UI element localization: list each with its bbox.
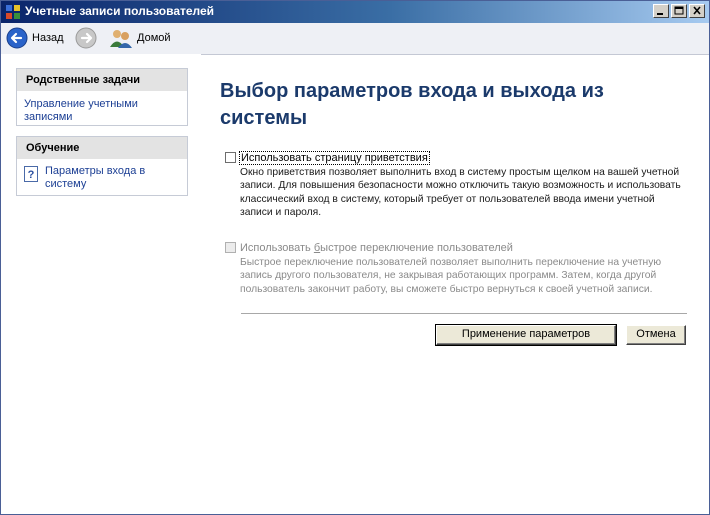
learn-about-box: Обучение ? Параметры входа в систему — [16, 136, 188, 196]
fast-user-switching-label: Использовать быстрое переключение пользо… — [240, 241, 513, 254]
title-bar[interactable]: Учетные записи пользователей — [1, 1, 709, 23]
welcome-screen-option: Использовать страницу приветствия Окно п… — [225, 150, 687, 219]
svg-text:?: ? — [28, 169, 35, 181]
fast-user-switching-checkbox — [225, 242, 236, 253]
welcome-screen-label[interactable]: Использовать страницу приветствия — [239, 150, 430, 165]
minimize-button[interactable] — [653, 4, 669, 18]
maximize-icon — [674, 6, 684, 15]
back-arrow-icon — [6, 27, 28, 49]
related-tasks-header: Родственные задачи — [17, 69, 187, 91]
back-label: Назад — [32, 32, 64, 44]
users-app-icon — [6, 5, 20, 19]
welcome-screen-description: Окно приветствия позволяет выполнить вхо… — [240, 167, 681, 218]
manage-accounts-link[interactable]: Управление учетными записями — [24, 98, 180, 124]
toolbar: Назад Домой — [1, 23, 709, 55]
users-home-icon — [110, 30, 132, 48]
window-title: Учетные записи пользователей — [25, 4, 215, 18]
forward-button[interactable] — [75, 26, 97, 50]
learn-about-header: Обучение — [17, 137, 187, 159]
maximize-button[interactable] — [671, 4, 687, 18]
main-content: Выбор параметров входа и выхода из систе… — [201, 54, 709, 514]
close-icon — [693, 6, 701, 15]
forward-arrow-icon — [75, 27, 97, 49]
home-label: Домой — [137, 32, 171, 44]
cancel-button[interactable]: Отмена — [626, 325, 686, 345]
page-title: Выбор параметров входа и выхода из систе… — [220, 80, 604, 129]
welcome-screen-checkbox[interactable] — [225, 152, 236, 163]
apply-options-button[interactable]: Применение параметров — [436, 325, 616, 345]
minimize-icon — [657, 13, 663, 15]
home-button[interactable]: Домой — [109, 26, 171, 50]
back-button[interactable]: Назад — [6, 26, 64, 50]
logon-options-help-link[interactable]: Параметры входа в систему — [45, 165, 180, 191]
task-pane: Родственные задачи Управление учетными з… — [1, 54, 201, 514]
help-icon: ? — [24, 166, 38, 182]
close-button[interactable] — [689, 4, 705, 18]
fast-user-switching-option: Использовать быстрое переключение пользо… — [225, 240, 687, 296]
related-tasks-box: Родственные задачи Управление учетными з… — [16, 68, 188, 126]
window: Учетные записи пользователей Назад Домой… — [0, 0, 710, 515]
divider — [241, 313, 687, 315]
fast-user-switching-description: Быстрое переключение пользователей позво… — [240, 257, 662, 295]
